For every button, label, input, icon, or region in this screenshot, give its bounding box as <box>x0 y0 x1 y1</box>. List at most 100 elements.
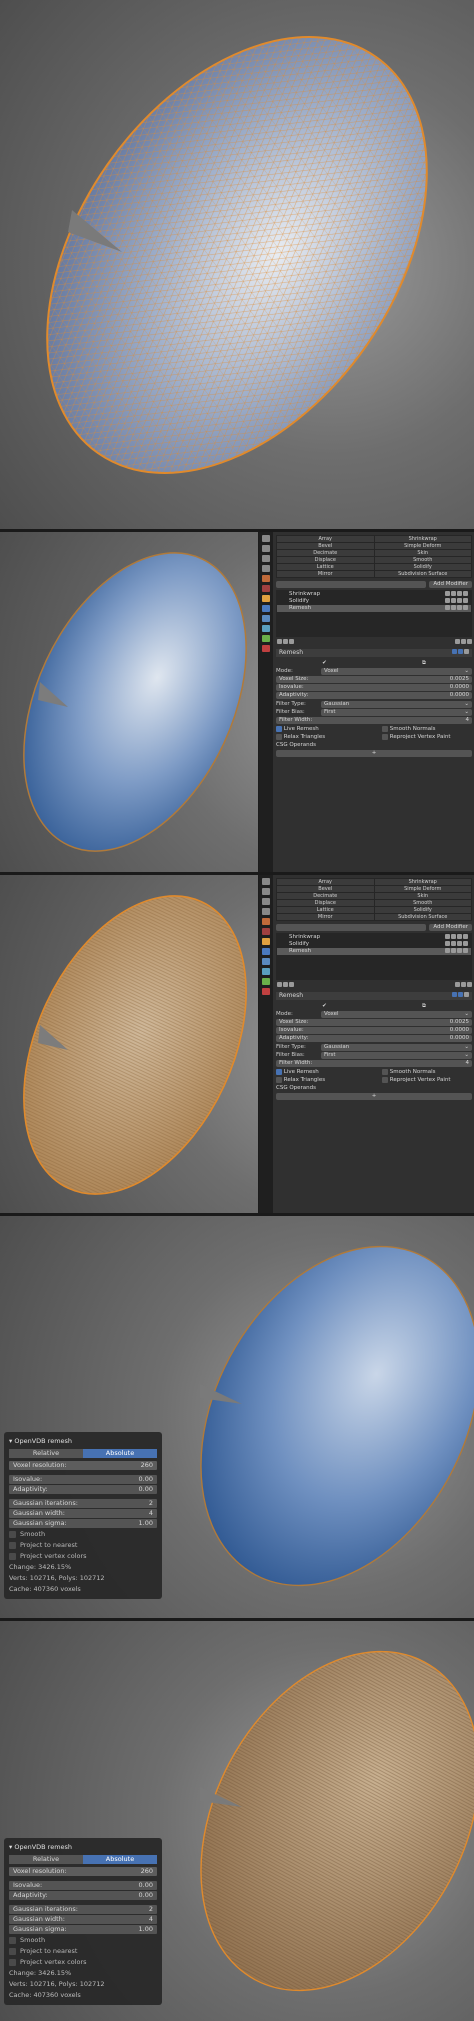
stack-item-remesh[interactable]: Remesh <box>277 948 471 955</box>
menu-item[interactable]: Array <box>277 536 374 542</box>
copy-modifier-icon[interactable]: ⧉ <box>422 1002 426 1010</box>
cage-icon[interactable] <box>463 591 468 596</box>
adaptivity-field[interactable]: Adaptivity: 0.0000 <box>276 692 472 699</box>
gaussian-sigma-field[interactable]: Gaussian sigma: 1.00 <box>9 1925 157 1934</box>
search-field[interactable] <box>276 923 427 931</box>
modifier-tab-icon[interactable] <box>262 948 270 955</box>
remesh-modifier-header[interactable]: Remesh <box>276 992 472 1000</box>
voxel-size-field[interactable]: Voxel Size: 0.0025 <box>276 676 472 683</box>
render-tab-icon[interactable] <box>262 545 270 552</box>
material-tab-icon[interactable] <box>262 645 270 652</box>
copy-icon[interactable] <box>289 639 294 644</box>
remove-icon[interactable] <box>467 982 472 987</box>
filter-type-dropdown[interactable]: Gaussian ⌄ <box>321 700 472 708</box>
render-toggle-icon[interactable] <box>452 649 457 654</box>
output-tab-icon[interactable] <box>262 898 270 905</box>
filter-bias-dropdown[interactable]: First ⌄ <box>321 1051 472 1059</box>
adaptivity-field[interactable]: Adaptivity: 0.00 <box>9 1891 157 1900</box>
monitor-icon[interactable] <box>451 605 456 610</box>
view-layer-tab-icon[interactable] <box>262 565 270 572</box>
tab-relative[interactable]: Relative <box>9 1855 83 1864</box>
stack-item-solidify[interactable]: Solidify <box>277 941 471 948</box>
stack-item-remesh[interactable]: Remesh <box>277 605 471 612</box>
isovalue-field[interactable]: Isovalue: 0.0000 <box>276 684 472 691</box>
menu-item[interactable]: Array <box>277 879 374 885</box>
reproject-vertex-paint-checkbox[interactable] <box>382 733 388 740</box>
menu-item[interactable]: Displace <box>277 557 374 563</box>
arrow-down-icon[interactable] <box>461 982 466 987</box>
move-up-icon[interactable] <box>277 639 282 644</box>
monitor-icon[interactable] <box>451 948 456 953</box>
mode-dropdown[interactable]: Voxel ⌄ <box>321 667 472 675</box>
editmode-icon[interactable] <box>457 605 462 610</box>
scene-tab-icon[interactable] <box>262 575 270 582</box>
menu-item[interactable]: Bevel <box>277 543 374 549</box>
menu-item[interactable]: Simple Deform <box>374 543 471 549</box>
gaussian-iterations-field[interactable]: Gaussian iterations: 2 <box>9 1499 157 1508</box>
view-layer-tab-icon[interactable] <box>262 908 270 915</box>
menu-item[interactable]: Skin <box>374 893 471 899</box>
editmode-icon[interactable] <box>457 948 462 953</box>
cage-icon[interactable] <box>463 605 468 610</box>
camera-icon[interactable] <box>445 941 450 946</box>
viewport-openvdb-wire[interactable]: ▾ OpenVDB remesh Relative Absolute Voxel … <box>0 1621 474 2021</box>
render-tab-icon[interactable] <box>262 888 270 895</box>
camera-icon[interactable] <box>445 591 450 596</box>
apply-check-icon[interactable]: ✔ <box>322 1002 327 1010</box>
menu-item[interactable]: Displace <box>277 900 374 906</box>
monitor-icon[interactable] <box>451 934 456 939</box>
world-tab-icon[interactable] <box>262 585 270 592</box>
tab-relative[interactable]: Relative <box>9 1449 83 1458</box>
add-modifier-button[interactable]: Add Modifier <box>429 580 472 588</box>
stack-item-shrinkwrap[interactable]: Shrinkwrap <box>277 934 471 941</box>
viewport-wireframe[interactable] <box>0 0 474 529</box>
physics-tab-icon[interactable] <box>262 968 270 975</box>
gaussian-sigma-field[interactable]: Gaussian sigma: 1.00 <box>9 1519 157 1528</box>
reproject-vertex-paint-checkbox[interactable] <box>382 1076 388 1083</box>
camera-icon[interactable] <box>445 948 450 953</box>
remesh-modifier-header[interactable]: Remesh <box>276 649 472 657</box>
search-field[interactable] <box>276 580 427 588</box>
gaussian-iterations-field[interactable]: Gaussian iterations: 2 <box>9 1905 157 1914</box>
cage-icon[interactable] <box>463 941 468 946</box>
isovalue-field[interactable]: Isovalue: 0.00 <box>9 1881 157 1890</box>
smooth-checkbox[interactable] <box>9 1937 16 1944</box>
filter-width-field[interactable]: Filter Width: 4 <box>276 1060 472 1067</box>
monitor-icon[interactable] <box>451 598 456 603</box>
scene-tab-icon[interactable] <box>262 918 270 925</box>
menu-item[interactable]: Lattice <box>277 564 374 570</box>
camera-icon[interactable] <box>445 934 450 939</box>
smooth-normals-checkbox[interactable] <box>382 1068 388 1075</box>
collapse-icon[interactable]: ▾ <box>9 1843 12 1851</box>
menu-item[interactable]: Solidify <box>374 907 471 913</box>
menu-item[interactable]: Smooth <box>374 900 471 906</box>
viewport-remesh-blue[interactable]: Array Shrinkwrap Bevel Simple Deform Dec… <box>0 532 474 872</box>
cage-icon[interactable] <box>463 948 468 953</box>
viewport-openvdb-blue[interactable]: ▾ OpenVDB remesh Relative Absolute Voxel … <box>0 1216 474 1618</box>
relax-triangles-checkbox[interactable] <box>276 1076 282 1083</box>
gaussian-width-field[interactable]: Gaussian width: 4 <box>9 1915 157 1924</box>
close-icon[interactable] <box>464 992 469 997</box>
menu-item[interactable]: Solidify <box>374 564 471 570</box>
cage-icon[interactable] <box>463 598 468 603</box>
mode-dropdown[interactable]: Voxel ⌄ <box>321 1010 472 1018</box>
adaptivity-field[interactable]: Adaptivity: 0.0000 <box>276 1035 472 1042</box>
tool-tab-icon[interactable] <box>262 535 270 542</box>
menu-item[interactable]: Subdivision Surface <box>374 571 471 577</box>
menu-item[interactable]: Mirror <box>277 914 374 920</box>
add-operand-button[interactable]: + <box>276 1093 472 1100</box>
monitor-icon[interactable] <box>451 941 456 946</box>
physics-tab-icon[interactable] <box>262 625 270 632</box>
menu-item[interactable]: Shrinkwrap <box>374 879 471 885</box>
camera-icon[interactable] <box>445 598 450 603</box>
voxel-resolution-field[interactable]: Voxel resolution: 260 <box>9 1867 157 1876</box>
menu-item[interactable]: Subdivision Surface <box>374 914 471 920</box>
viewport-toggle-icon[interactable] <box>458 992 463 997</box>
viewport-toggle-icon[interactable] <box>458 649 463 654</box>
editmode-icon[interactable] <box>457 941 462 946</box>
adaptivity-field[interactable]: Adaptivity: 0.00 <box>9 1485 157 1494</box>
isovalue-field[interactable]: Isovalue: 0.00 <box>9 1475 157 1484</box>
editmode-icon[interactable] <box>457 591 462 596</box>
render-toggle-icon[interactable] <box>452 992 457 997</box>
collapse-icon[interactable]: ▾ <box>9 1437 12 1445</box>
